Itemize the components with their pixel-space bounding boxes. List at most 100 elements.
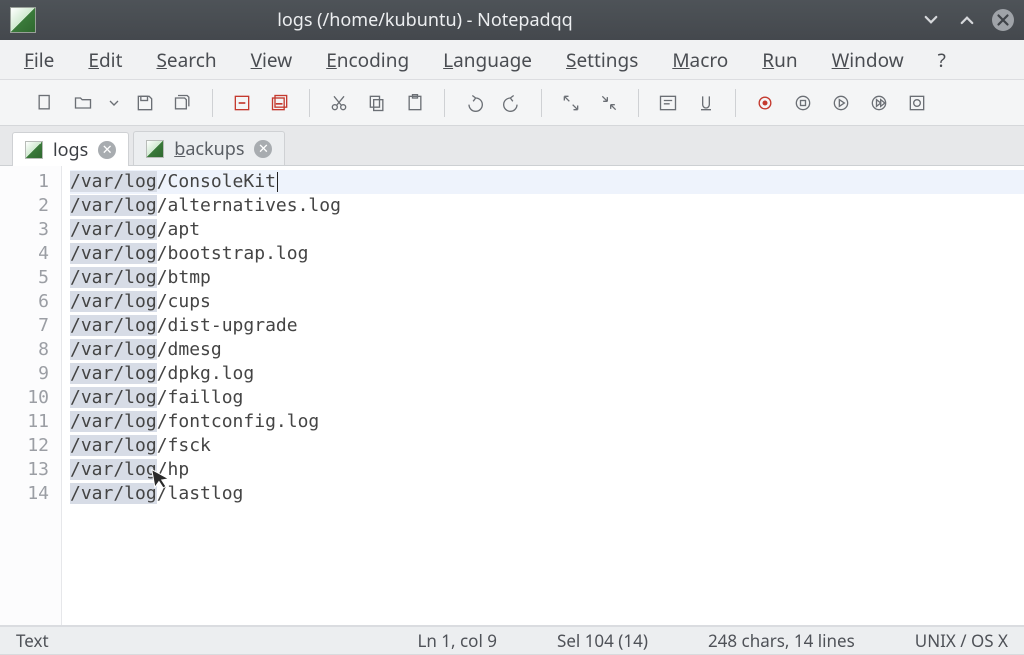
close-all-icon (270, 93, 290, 113)
play-multi-icon (869, 93, 889, 113)
editor-line[interactable]: /var/log/faillog (70, 386, 1024, 410)
selection-highlight: /var/log (70, 171, 157, 192)
tab-label: logs (53, 138, 88, 162)
tab-logs[interactable]: logs ✕ (12, 132, 129, 166)
status-stats: 248 chars, 14 lines (708, 629, 855, 652)
selection-highlight: /var/log (70, 267, 157, 288)
document-icon (25, 141, 43, 159)
editor-line[interactable]: /var/log/cups (70, 290, 1024, 314)
record-button[interactable] (750, 88, 780, 118)
menu-run[interactable]: Run (762, 47, 797, 73)
menu-window[interactable]: Window (832, 47, 904, 73)
editor-line[interactable]: /var/log/fsck (70, 434, 1024, 458)
selection-highlight: /var/log (70, 315, 157, 336)
zoom-out-icon (599, 93, 619, 113)
line-number: 3 (0, 218, 49, 242)
show-symbols-button[interactable] (691, 88, 721, 118)
close-all-button[interactable] (265, 88, 295, 118)
minimize-button[interactable] (920, 9, 942, 31)
selection-highlight: /var/log (70, 219, 157, 240)
undo-button[interactable] (459, 88, 489, 118)
toolbar-separator (444, 89, 445, 117)
open-recent-dropdown[interactable] (106, 88, 122, 118)
editor-line[interactable]: /var/log/hp (70, 458, 1024, 482)
editor-lines[interactable]: /var/log/ConsoleKit/var/log/alternatives… (62, 166, 1024, 625)
menu-language[interactable]: Language (443, 47, 532, 73)
selection-highlight: /var/log (70, 363, 157, 384)
editor-line[interactable]: /var/log/bootstrap.log (70, 242, 1024, 266)
editor-line[interactable]: /var/log/apt (70, 218, 1024, 242)
save-macro-button[interactable] (902, 88, 932, 118)
zoom-in-icon (561, 93, 581, 113)
editor-line[interactable]: /var/log/alternatives.log (70, 194, 1024, 218)
tab-close-button[interactable]: ✕ (98, 141, 116, 159)
menu-edit[interactable]: Edit (88, 47, 122, 73)
menu-search[interactable]: Search (156, 47, 216, 73)
menu-file[interactable]: File (24, 47, 54, 73)
selection-highlight: /var/log (70, 195, 157, 216)
editor-line[interactable]: /var/log/dmesg (70, 338, 1024, 362)
show-symbols-icon (696, 93, 716, 113)
play-multi-button[interactable] (864, 88, 894, 118)
editor-line[interactable]: /var/log/lastlog (70, 482, 1024, 506)
new-file-button[interactable] (30, 88, 60, 118)
menubar: File Edit Search View Encoding Language Settin… (0, 40, 1024, 80)
menu-encoding[interactable]: Encoding (326, 47, 409, 73)
chevron-down-icon (922, 11, 940, 29)
menu-macro[interactable]: Macro (672, 47, 728, 73)
selection-highlight: /var/log (70, 387, 157, 408)
zoom-in-button[interactable] (556, 88, 586, 118)
menu-settings[interactable]: Settings (566, 47, 638, 73)
close-window-button[interactable] (992, 9, 1014, 31)
tab-close-button[interactable]: ✕ (254, 140, 272, 158)
status-cursor: Ln 1, col 9 (417, 629, 497, 652)
status-language[interactable]: Text (16, 629, 49, 652)
editor-line[interactable]: /var/log/ConsoleKit (70, 170, 1024, 194)
line-number: 14 (0, 482, 49, 506)
play-icon (831, 93, 851, 113)
document-icon (146, 140, 164, 158)
open-file-icon (73, 93, 93, 113)
line-number: 7 (0, 314, 49, 338)
selection-highlight: /var/log (70, 339, 157, 360)
editor-line[interactable]: /var/log/dist-upgrade (70, 314, 1024, 338)
caret (277, 172, 279, 192)
selection-highlight: /var/log (70, 483, 157, 504)
tab-backups[interactable]: backups ✕ (133, 131, 285, 165)
play-button[interactable] (826, 88, 856, 118)
copy-button[interactable] (362, 88, 392, 118)
close-button[interactable] (227, 88, 257, 118)
statusbar: Text Ln 1, col 9 Sel 104 (14) 248 chars,… (0, 626, 1024, 654)
save-all-button[interactable] (168, 88, 198, 118)
selection-highlight: /var/log (70, 459, 157, 480)
line-gutter: 1234567891011121314 (0, 166, 62, 625)
zoom-out-button[interactable] (594, 88, 624, 118)
editor-line[interactable]: /var/log/dpkg.log (70, 362, 1024, 386)
editor-line[interactable]: /var/log/btmp (70, 266, 1024, 290)
copy-icon (367, 93, 387, 113)
save-button[interactable] (130, 88, 160, 118)
word-wrap-button[interactable] (653, 88, 683, 118)
stop-record-button[interactable] (788, 88, 818, 118)
line-number: 9 (0, 362, 49, 386)
save-macro-icon (907, 93, 927, 113)
status-selection: Sel 104 (14) (557, 629, 648, 652)
tab-label: backups (174, 137, 244, 161)
menu-view[interactable]: View (251, 47, 293, 73)
stop-record-icon (793, 93, 813, 113)
toolbar-separator (309, 89, 310, 117)
paste-button[interactable] (400, 88, 430, 118)
cut-icon (329, 93, 349, 113)
status-eol[interactable]: UNIX / OS X (915, 629, 1008, 652)
maximize-button[interactable] (956, 9, 978, 31)
open-file-button[interactable] (68, 88, 98, 118)
cut-button[interactable] (324, 88, 354, 118)
editor-line[interactable]: /var/log/fontconfig.log (70, 410, 1024, 434)
editor[interactable]: 1234567891011121314 /var/log/ConsoleKit/… (0, 166, 1024, 626)
toolbar-separator (638, 89, 639, 117)
menu-q[interactable]: ? (938, 47, 946, 73)
line-number: 12 (0, 434, 49, 458)
save-icon (135, 93, 155, 113)
redo-button[interactable] (497, 88, 527, 118)
selection-highlight: /var/log (70, 411, 157, 432)
